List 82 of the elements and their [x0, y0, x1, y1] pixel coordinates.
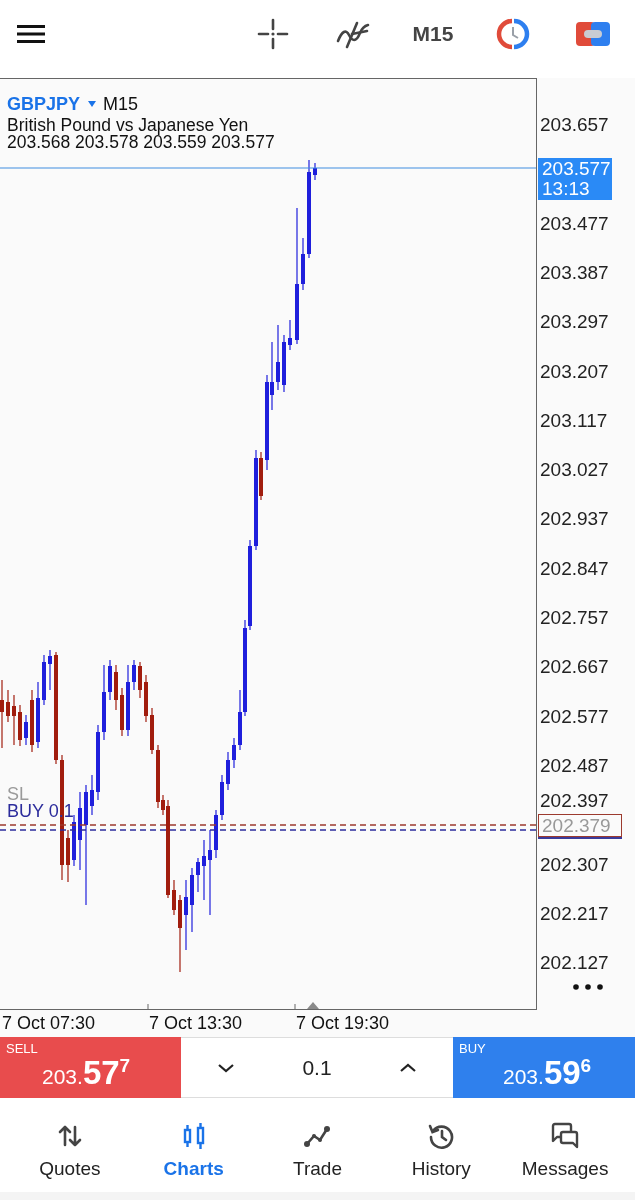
- candle: [138, 661, 142, 699]
- candle: [120, 687, 124, 737]
- price-axis-label: 202.577: [540, 705, 609, 728]
- countdown-label: 13:13: [542, 179, 591, 200]
- candle: [226, 751, 230, 791]
- candle: [114, 664, 118, 711]
- candle: [150, 707, 154, 755]
- nav-tab[interactable]: Trade: [255, 1098, 380, 1192]
- candle: [202, 839, 206, 901]
- crosshair-icon[interactable]: [257, 18, 289, 50]
- sell-button[interactable]: SELL 203.57$^{7}$: [0, 1037, 181, 1098]
- candle: [214, 809, 218, 859]
- price-axis-label: 203.027: [540, 459, 609, 482]
- menu-icon[interactable]: [17, 25, 45, 43]
- price-axis-label: 203.477: [540, 212, 609, 235]
- nav-tab[interactable]: Charts: [131, 1098, 256, 1192]
- candle: [48, 649, 52, 691]
- timeframe-button[interactable]: M15: [412, 22, 454, 46]
- candle: [30, 689, 34, 753]
- candle: [132, 659, 136, 691]
- price-axis-label: 202.667: [540, 656, 609, 679]
- price-axis-label: 202.937: [540, 508, 609, 531]
- candle: [313, 162, 317, 181]
- symbol-label[interactable]: GBPJPY: [7, 94, 81, 114]
- candle: [0, 679, 4, 749]
- candle: [301, 237, 305, 291]
- history-icon: [427, 1122, 456, 1150]
- price-axis-label: 202.847: [540, 557, 609, 580]
- nav-tab[interactable]: Messages: [503, 1098, 627, 1192]
- price-axis-label: 202.757: [540, 607, 609, 629]
- time-axis-label: 7 Oct 13:30: [149, 1012, 244, 1035]
- price-axis-label: 202.397: [540, 790, 609, 813]
- toggle-icon[interactable]: [576, 20, 610, 48]
- price-axis-label: 202.487: [540, 754, 609, 777]
- clock-icon[interactable]: [496, 17, 530, 51]
- candle: [172, 879, 176, 916]
- price-axis-label: 203.657: [540, 114, 609, 136]
- candle: [276, 324, 280, 391]
- triangle-marker-icon: [307, 1002, 319, 1009]
- candle: [12, 694, 16, 746]
- chevron-down-icon[interactable]: [217, 1062, 236, 1073]
- timeframe-label: M15: [103, 94, 139, 114]
- nav-tab[interactable]: Quotes: [8, 1098, 132, 1192]
- ohlc-values: 203.568 203.578 203.559 203.577: [7, 133, 276, 150]
- candle: [90, 774, 94, 816]
- chat-bubbles-icon: [551, 1122, 580, 1150]
- current-price-label: 203.577: [542, 159, 608, 180]
- price-axis-label: 203.207: [540, 360, 609, 383]
- price-axis-label: 203.117: [540, 409, 608, 432]
- time-axis-label: 7 Oct 07:30: [2, 1012, 97, 1035]
- candle: [24, 714, 28, 746]
- candle: [36, 681, 40, 749]
- candle: [288, 319, 292, 351]
- stop-loss-label: SL: [7, 786, 30, 803]
- caret-icon[interactable]: [88, 101, 97, 107]
- candle: [108, 659, 112, 701]
- candle: [282, 334, 286, 393]
- curve-icon[interactable]: [336, 19, 370, 49]
- candle: [184, 879, 188, 951]
- price-axis-label: 202.127: [540, 952, 609, 975]
- candle: [72, 814, 76, 867]
- candle: [42, 654, 46, 706]
- more-icon[interactable]: [573, 984, 603, 990]
- nav-tab[interactable]: History: [379, 1098, 504, 1192]
- candle: [220, 774, 224, 821]
- price-axis-label: 202.307: [540, 853, 609, 876]
- price-axis-label: 203.387: [540, 261, 609, 284]
- price-axis-label: 202.217: [540, 902, 609, 925]
- chevron-up-icon[interactable]: [398, 1062, 417, 1073]
- buy-button[interactable]: BUY 203.59$^{6}$: [453, 1037, 635, 1098]
- candle: [144, 674, 148, 723]
- candle: [6, 689, 10, 723]
- candle: [232, 737, 236, 769]
- instrument-description: British Pound vs Japanese Yen: [7, 117, 249, 134]
- candle: [196, 857, 200, 893]
- price-axis-label: 203.297: [540, 311, 609, 334]
- candle: [190, 867, 194, 933]
- volume-field[interactable]: 0.1: [302, 1055, 332, 1080]
- order-price-tag: 202.379: [538, 813, 622, 837]
- candle: [18, 704, 22, 747]
- time-axis-label: 7 Oct 19:30: [296, 1012, 391, 1035]
- candle: [66, 829, 70, 883]
